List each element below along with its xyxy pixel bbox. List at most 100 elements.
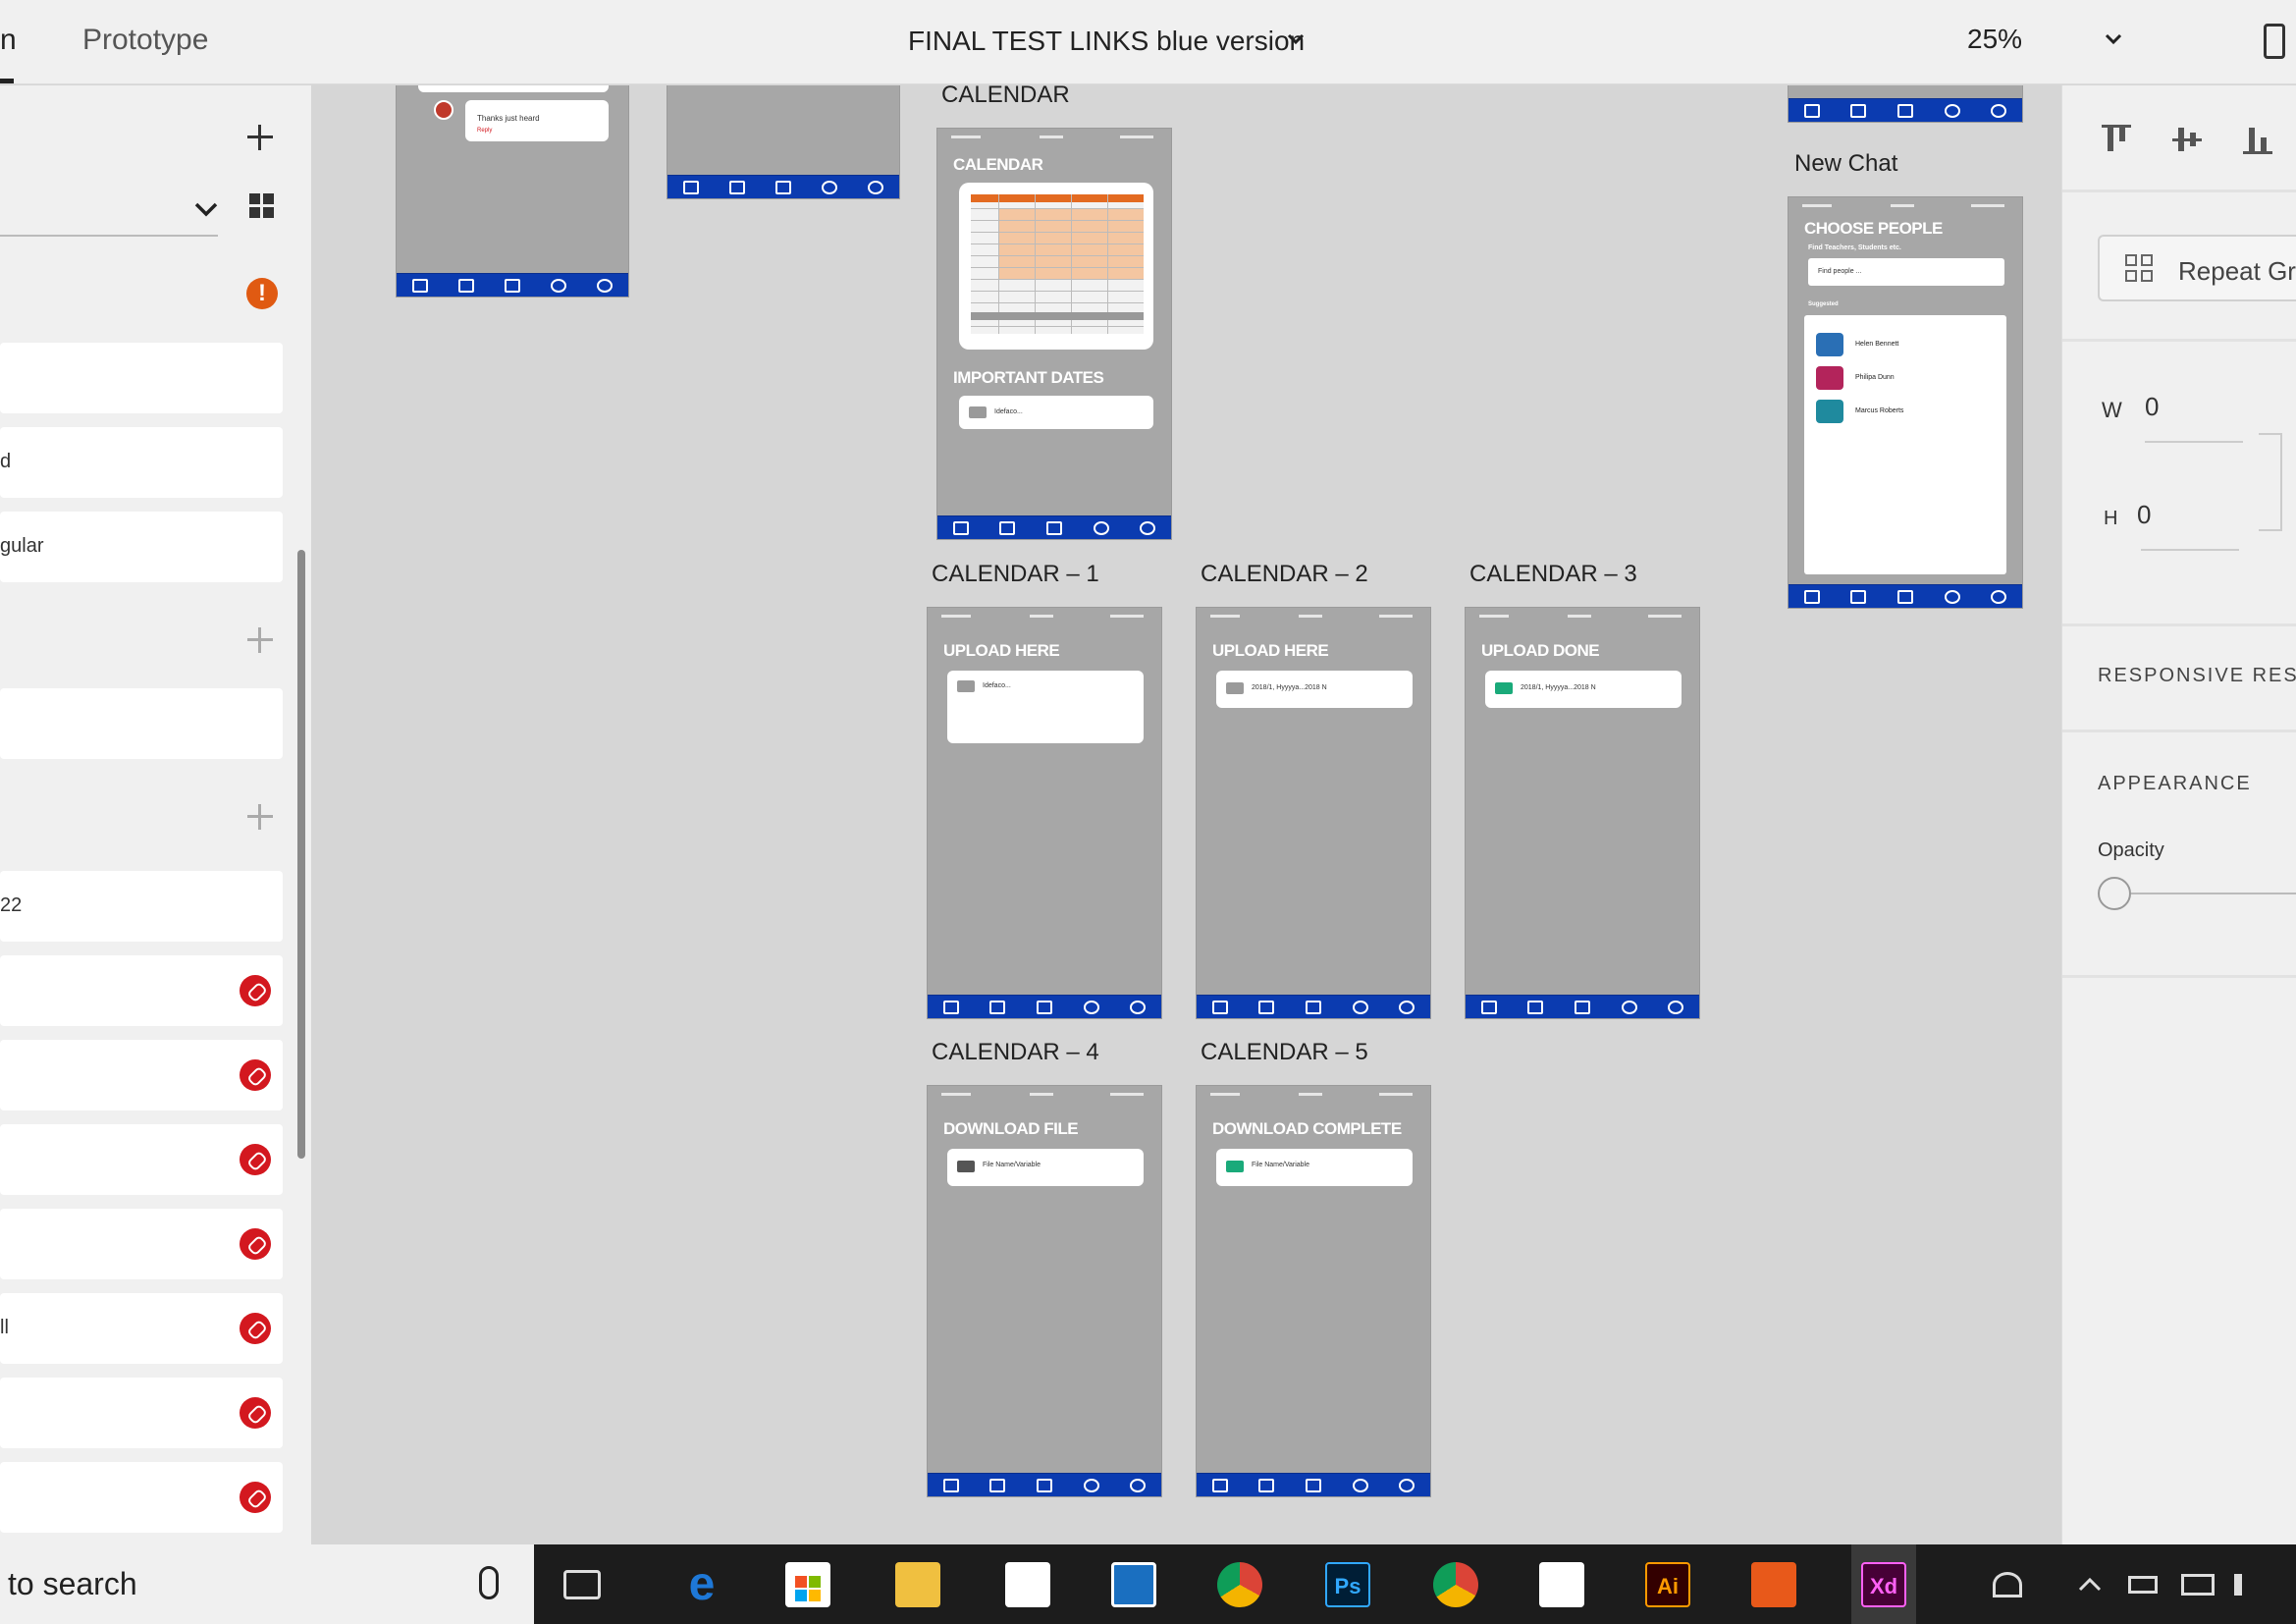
search-icon	[1944, 590, 1960, 604]
date-card: Idefaco...	[959, 396, 1153, 429]
align-bottom-icon[interactable]	[2243, 125, 2272, 154]
download-card: File Name/Variable	[1216, 1149, 1413, 1186]
tab-prototype[interactable]: Prototype	[82, 24, 208, 57]
profile-icon	[1480, 1001, 1497, 1014]
chrome-icon[interactable]	[1217, 1562, 1262, 1607]
lock-aspect-icon[interactable]	[2259, 433, 2282, 531]
artboard-calendar-1[interactable]: UPLOAD HERE Idefaco...	[927, 607, 1162, 1019]
asset-field[interactable]	[0, 343, 283, 413]
download-icon	[957, 1161, 975, 1172]
status-bar	[1197, 1090, 1430, 1100]
artboard-calendar-2[interactable]: UPLOAD HERE 2018/1, Hyyyya...2018 N	[1196, 607, 1431, 1019]
link-icon[interactable]	[240, 1144, 271, 1175]
nav-bar	[1789, 584, 2022, 608]
chevron-down-icon[interactable]	[2104, 29, 2123, 49]
artboard-label[interactable]: CALENDAR – 5	[1201, 1039, 1368, 1066]
artboard-label[interactable]: CALENDAR – 1	[932, 561, 1099, 588]
artboard-chat-partial[interactable]: Thanks just heard Reply	[396, 85, 629, 298]
screen-heading: UPLOAD HERE	[943, 641, 1060, 660]
edge-icon[interactable]: e	[679, 1561, 724, 1608]
artboard-label[interactable]: CALENDAR – 4	[932, 1039, 1099, 1066]
nav-bar	[397, 273, 628, 297]
align-top-icon[interactable]	[2102, 125, 2131, 154]
search-icon	[1621, 1001, 1637, 1014]
align-middle-icon[interactable]	[2172, 125, 2202, 154]
app-icon[interactable]	[1111, 1562, 1156, 1607]
add-icon[interactable]	[245, 123, 275, 152]
people-icon[interactable]	[1993, 1572, 2022, 1597]
chat-icon	[1046, 521, 1062, 535]
video-icon[interactable]	[1751, 1562, 1796, 1607]
volume-icon[interactable]	[2234, 1574, 2262, 1596]
artboard-label[interactable]: New Chat	[1794, 150, 1897, 178]
repeat-grid-button[interactable]: Repeat Gri	[2098, 235, 2296, 301]
artboard-calendar[interactable]: CALENDAR IMPORTANT DATES Idefaco...	[936, 128, 1172, 540]
height-input[interactable]: 0	[2137, 500, 2151, 530]
tab-design[interactable]: n	[0, 24, 17, 57]
artboard-partial[interactable]	[1788, 85, 2023, 123]
artboard-calendar-4[interactable]: DOWNLOAD FILE File Name/Variable	[927, 1085, 1162, 1497]
search-icon	[551, 279, 567, 293]
status-bar	[928, 612, 1161, 622]
settings-icon	[1991, 104, 2007, 118]
files-icon	[1527, 1001, 1544, 1014]
upload-card: 2018/1, Hyyyya...2018 N	[1216, 671, 1413, 708]
chevron-down-icon[interactable]	[1286, 29, 1306, 49]
asset-field[interactable]: gular	[0, 512, 283, 582]
settings-icon	[1140, 521, 1156, 535]
link-icon[interactable]	[240, 1228, 271, 1260]
artboard-calendar-5[interactable]: DOWNLOAD COMPLETE File Name/Variable	[1196, 1085, 1431, 1497]
responsive-resize-section[interactable]: RESPONSIVE RES	[2098, 665, 2296, 687]
opacity-slider-track[interactable]	[2131, 893, 2296, 894]
files-icon	[1258, 1001, 1275, 1014]
task-view-icon[interactable]	[563, 1570, 601, 1599]
photoshop-icon[interactable]: Ps	[1325, 1562, 1370, 1607]
design-canvas[interactable]: Thanks just heard Reply CALENDAR CALENDA…	[311, 85, 2060, 1544]
link-icon[interactable]	[240, 1482, 271, 1513]
asset-field[interactable]: 22	[0, 871, 283, 942]
artboard-label[interactable]: CALENDAR	[941, 85, 1070, 109]
link-icon[interactable]	[240, 1313, 271, 1344]
chrome-icon[interactable]	[1433, 1562, 1478, 1607]
microphone-icon[interactable]	[479, 1566, 499, 1599]
artboard-label[interactable]: CALENDAR – 3	[1469, 561, 1637, 588]
add-icon[interactable]	[245, 625, 275, 655]
network-icon[interactable]	[2181, 1574, 2215, 1596]
artboard-new-chat[interactable]: CHOOSE PEOPLE Find Teachers, Students et…	[1788, 196, 2023, 609]
width-input[interactable]: 0	[2145, 392, 2159, 422]
message-card	[418, 85, 609, 92]
artboard-partial[interactable]	[667, 85, 900, 199]
asset-field[interactable]	[0, 688, 283, 759]
add-icon[interactable]	[245, 802, 275, 832]
chat-icon	[1306, 1001, 1321, 1014]
battery-icon[interactable]	[2128, 1576, 2158, 1594]
download-icon	[1226, 1161, 1244, 1172]
grid-view-icon[interactable]	[249, 193, 275, 219]
file-explorer-icon[interactable]	[895, 1562, 940, 1607]
opacity-slider-knob[interactable]	[2098, 877, 2131, 910]
screen-subheading: IMPORTANT DATES	[953, 368, 1104, 387]
artboard-label[interactable]: CALENDAR – 2	[1201, 561, 1368, 588]
mail-icon[interactable]	[1005, 1562, 1050, 1607]
upload-card: 2018/1, Hyyyya...2018 N	[1485, 671, 1682, 708]
repeat-grid-icon	[2125, 254, 2155, 284]
search-icon	[1083, 1479, 1099, 1492]
warning-icon[interactable]: !	[246, 278, 278, 309]
chevron-up-icon[interactable]	[2077, 1572, 2103, 1597]
profile-icon	[1803, 590, 1820, 604]
link-icon[interactable]	[240, 975, 271, 1006]
scrollbar[interactable]	[297, 550, 305, 1159]
search-box[interactable]: to search	[0, 1544, 534, 1624]
link-icon[interactable]	[240, 1059, 271, 1091]
asset-field[interactable]: d	[0, 427, 283, 498]
link-icon[interactable]	[240, 1397, 271, 1429]
document-title[interactable]: FINAL TEST LINKS blue version	[908, 26, 1305, 57]
chevron-down-icon[interactable]	[192, 195, 220, 223]
illustrator-icon[interactable]: Ai	[1645, 1562, 1690, 1607]
xd-icon[interactable]: Xd	[1861, 1562, 1906, 1607]
device-preview-icon[interactable]	[2264, 24, 2285, 59]
store-icon[interactable]	[785, 1562, 830, 1607]
zoom-value[interactable]: 25%	[1967, 24, 2022, 55]
artboard-calendar-3[interactable]: UPLOAD DONE 2018/1, Hyyyya...2018 N	[1465, 607, 1700, 1019]
photos-icon[interactable]	[1539, 1562, 1584, 1607]
